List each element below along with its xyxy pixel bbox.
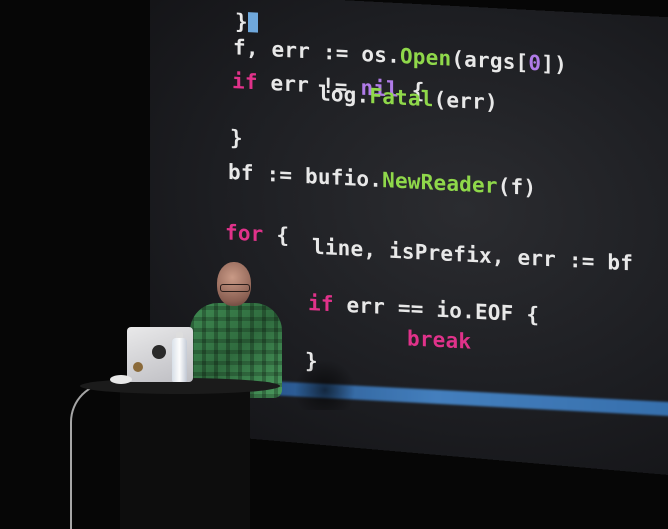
speaker-shadow bbox=[295, 360, 355, 410]
code-line-1: } bbox=[235, 9, 258, 34]
code-line-5: } bbox=[230, 125, 243, 151]
laptop-sticker bbox=[152, 345, 166, 359]
podium bbox=[120, 390, 250, 529]
mouse bbox=[110, 375, 132, 384]
photo-scene: } f, err := os.Open(args[0]) if err != n… bbox=[0, 0, 668, 529]
water-bottle bbox=[172, 338, 187, 382]
code-line-7: for { bbox=[225, 220, 290, 248]
text-cursor bbox=[247, 12, 258, 33]
speaker-glasses bbox=[220, 284, 250, 292]
laptop-sticker bbox=[133, 362, 143, 372]
code-line-10: break bbox=[407, 326, 472, 354]
